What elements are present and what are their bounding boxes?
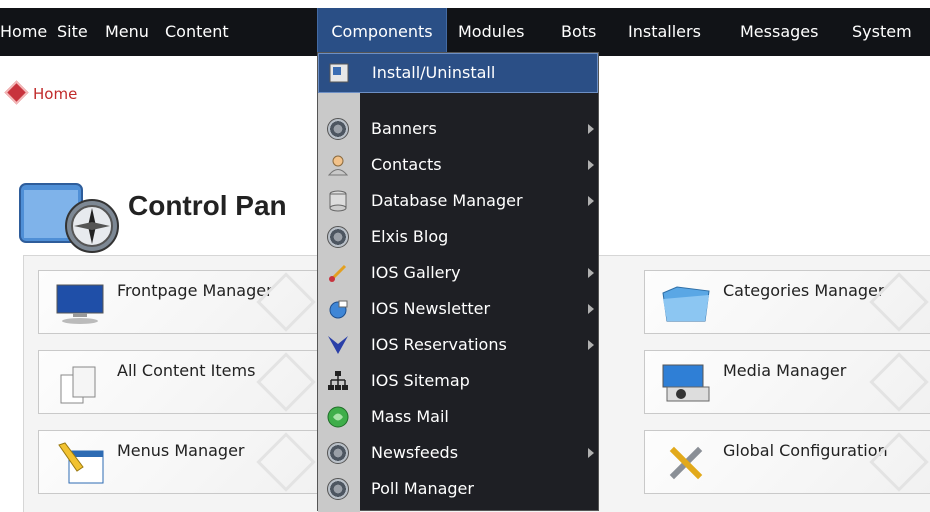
dropdown-item-mass-mail[interactable]: Mass Mail [318, 399, 598, 435]
watermark-diamond [869, 352, 929, 412]
menu-content[interactable]: Content [165, 8, 245, 56]
tile-label: All Content Items [117, 361, 256, 380]
tile-label: Categories Manager [723, 281, 885, 300]
tile-global-configuration[interactable]: Global Configuration [644, 430, 930, 494]
dropdown-item-label: Contacts [371, 155, 442, 174]
watermark-diamond [256, 432, 316, 492]
gear-icon [327, 118, 349, 140]
media-projector-icon [662, 364, 710, 402]
menu-system[interactable]: System [852, 8, 930, 56]
tile-all-content-items[interactable]: All Content Items [38, 350, 318, 414]
submenu-arrow-icon [588, 124, 594, 134]
submenu-arrow-icon [588, 304, 594, 314]
components-dropdown-menu: Install/Uninstall Banners Contacts Datab… [317, 52, 599, 512]
dropdown-item-label: Banners [371, 119, 437, 138]
tile-label: Media Manager [723, 361, 847, 380]
tile-menus-manager[interactable]: Menus Manager [38, 430, 318, 494]
breadcrumb: Home [4, 80, 77, 108]
sitemap-icon [328, 371, 348, 390]
submenu-arrow-icon [588, 268, 594, 278]
submenu-arrow-icon [588, 160, 594, 170]
dropdown-item-label: Elxis Blog [371, 227, 449, 246]
dropdown-item-ios-newsletter[interactable]: IOS Newsletter [318, 291, 598, 327]
menu-messages[interactable]: Messages [740, 8, 835, 56]
submenu-arrow-icon [588, 448, 594, 458]
dropdown-item-label: Newsfeeds [371, 443, 459, 462]
tile-label: Global Configuration [723, 441, 888, 460]
install-uninstall-label: Install/Uninstall [372, 63, 496, 82]
tile-label: Menus Manager [117, 441, 245, 460]
breadcrumb-home-link[interactable]: Home [33, 85, 77, 103]
home-diamond-icon [4, 80, 29, 105]
dropdown-item-ios-gallery[interactable]: IOS Gallery [318, 255, 598, 291]
newsletter-icon [329, 300, 348, 319]
menu-pencil-icon [58, 442, 104, 484]
submenu-arrow-icon [588, 340, 594, 350]
dropdown-item-label: IOS Reservations [371, 335, 507, 354]
page-title: Control Pan [128, 190, 287, 221]
control-panel-compass-icon [19, 183, 119, 253]
gear-icon [327, 442, 349, 464]
submenu-arrow-icon [588, 196, 594, 206]
menu-modules[interactable]: Modules [458, 8, 540, 56]
tile-categories-manager[interactable]: Categories Manager [644, 270, 930, 334]
dropdown-item-label: Database Manager [371, 191, 523, 210]
dropdown-item-contacts[interactable]: Contacts [318, 147, 598, 183]
dropdown-item-database-manager[interactable]: Database Manager [318, 183, 598, 219]
menu-installers[interactable]: Installers [628, 8, 718, 56]
menu-home[interactable]: Home [0, 8, 47, 56]
monitor-icon [56, 284, 104, 324]
folder-icon [662, 286, 710, 322]
brush-icon [329, 264, 347, 282]
menu-bots[interactable]: Bots [561, 8, 611, 56]
tools-icon [669, 446, 703, 480]
tile-frontpage-manager[interactable]: Frontpage Manager [38, 270, 318, 334]
gear-icon [327, 226, 349, 248]
dropdown-item-label: Mass Mail [371, 407, 449, 426]
gear-icon [327, 478, 349, 500]
tile-media-manager[interactable]: Media Manager [644, 350, 930, 414]
dropdown-item-label: Poll Manager [371, 479, 474, 498]
tile-label: Frontpage Manager [117, 281, 273, 300]
dropdown-item-poll-manager[interactable]: Poll Manager [318, 471, 598, 507]
dropdown-item-ios-sitemap[interactable]: IOS Sitemap [318, 363, 598, 399]
watermark-diamond [256, 352, 316, 412]
dropdown-item-label: IOS Newsletter [371, 299, 491, 318]
dropdown-item-label: IOS Sitemap [371, 371, 470, 390]
dropdown-item-newsfeeds[interactable]: Newsfeeds [318, 435, 598, 471]
menu-components[interactable]: Components [317, 8, 447, 56]
dropdown-item-banners[interactable]: Banners [318, 111, 598, 147]
dropdown-item-elxis-blog[interactable]: Elxis Blog [318, 219, 598, 255]
contacts-icon [327, 155, 349, 176]
menu-site[interactable]: Site [57, 8, 97, 56]
install-package-icon [329, 63, 349, 83]
menu-menu[interactable]: Menu [105, 8, 155, 56]
documents-icon [60, 366, 96, 404]
install-uninstall-item[interactable]: Install/Uninstall [318, 53, 598, 93]
reservations-icon [328, 336, 348, 354]
database-icon [329, 190, 347, 212]
mail-icon [327, 406, 349, 428]
dropdown-item-label: IOS Gallery [371, 263, 461, 282]
dropdown-item-ios-reservations[interactable]: IOS Reservations [318, 327, 598, 363]
